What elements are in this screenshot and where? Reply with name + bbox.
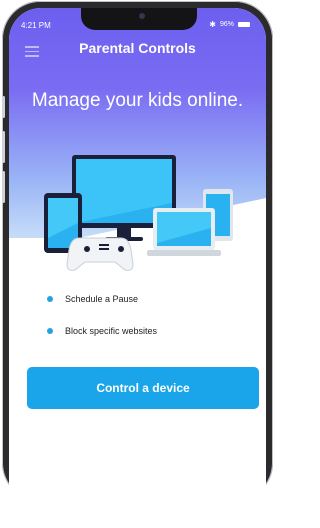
phone-notch bbox=[81, 8, 197, 30]
hero-tagline: Manage your kids online. bbox=[31, 90, 244, 111]
front-camera bbox=[139, 13, 145, 19]
bullet-icon bbox=[47, 328, 53, 334]
app-screen: 4:21 PM ✱ 96% Parental Controls Manage y… bbox=[9, 8, 266, 528]
phone-volume-down bbox=[2, 171, 5, 203]
battery-percentage: 96% bbox=[219, 21, 234, 28]
laptop-icon bbox=[147, 208, 221, 256]
page-title: Parental Controls bbox=[79, 40, 196, 56]
phone-volume-up bbox=[2, 131, 5, 163]
bullet-icon bbox=[47, 296, 53, 302]
devices-illustration bbox=[44, 155, 233, 271]
feature-list: Schedule a Pause Block specific websites bbox=[47, 292, 157, 356]
battery-icon bbox=[238, 22, 250, 27]
feature-label: Block specific websites bbox=[65, 326, 158, 336]
list-item: Block specific websites bbox=[47, 324, 157, 338]
phone-side-button bbox=[2, 96, 5, 118]
phone-frame: 4:21 PM ✱ 96% Parental Controls Manage y… bbox=[2, 1, 273, 528]
list-item: Schedule a Pause bbox=[47, 292, 157, 306]
bluetooth-icon: ✱ bbox=[209, 20, 216, 29]
status-time: 4:21 PM bbox=[21, 21, 51, 30]
control-device-button[interactable]: Control a device bbox=[27, 367, 259, 409]
status-indicators: ✱ 96% bbox=[209, 20, 250, 29]
feature-label: Schedule a Pause bbox=[65, 294, 139, 304]
game-controller-icon bbox=[66, 237, 134, 271]
